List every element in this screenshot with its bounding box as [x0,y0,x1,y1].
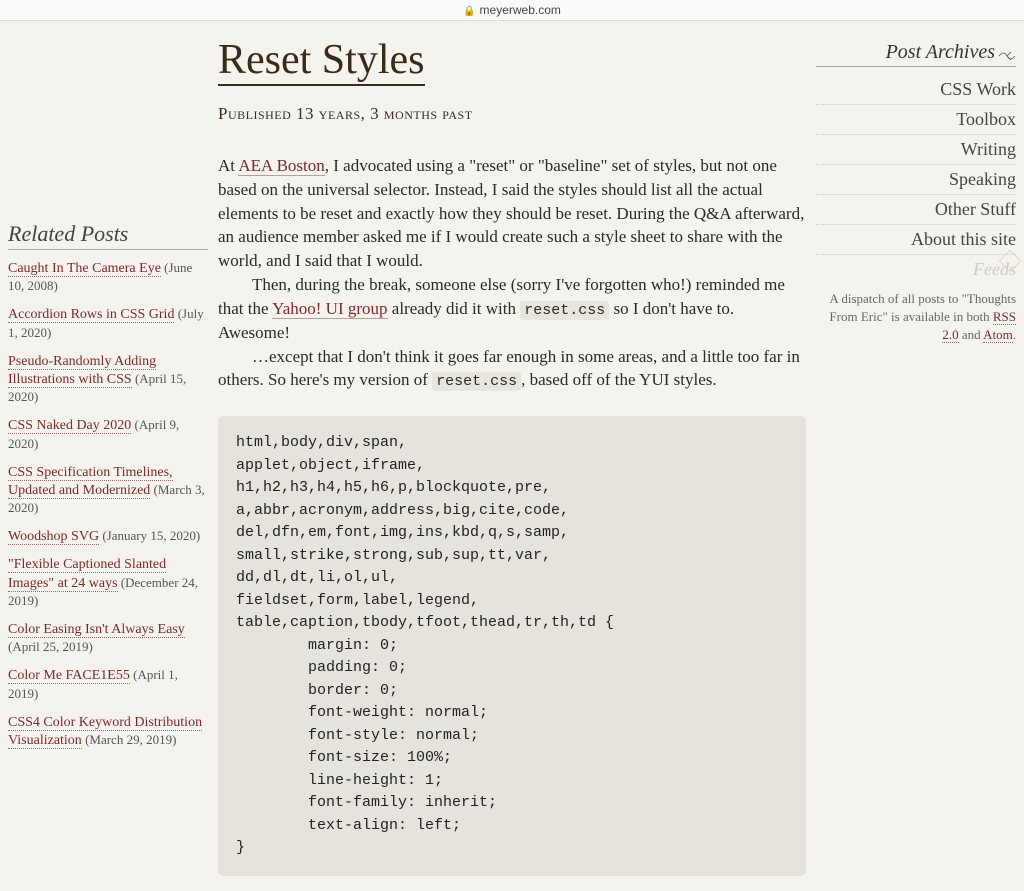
paragraph-1: At AEA Boston, I advocated using a "rese… [218,154,806,273]
related-posts-heading: Related Posts [8,221,208,250]
nav-link[interactable]: Toolbox [816,105,1016,135]
related-post-date: (January 15, 2020) [99,528,200,543]
related-post-item: Color Me FACE1E55 (April 1, 2019) [8,667,208,703]
related-post-link[interactable]: Accordion Rows in CSS Grid [8,307,174,323]
related-post-link[interactable]: Woodshop SVG [8,529,99,545]
related-post-item: "Flexible Captioned Slanted Images" at 2… [8,556,208,611]
feeds-dispatch: A dispatch of all posts to "Thoughts Fro… [816,290,1016,345]
related-post-date: (April 25, 2019) [8,639,93,654]
page-title: Reset Styles [218,36,425,86]
nav-link[interactable]: About this site [816,225,1016,255]
related-post-link[interactable]: Color Easing Isn't Always Easy [8,622,185,638]
url-host: meyerweb.com [480,3,561,17]
related-post-date: (March 29, 2019) [82,732,177,747]
nav-link[interactable]: Speaking [816,165,1016,195]
code-block: html,body,div,span, applet,object,iframe… [218,416,806,876]
browser-url-bar: 🔒 meyerweb.com [0,0,1024,21]
related-posts-sidebar: Related Posts Caught In The Camera Eye (… [8,31,208,881]
nav-list: CSS WorkToolboxWritingSpeakingOther Stuf… [816,75,1016,255]
related-post-item: Color Easing Isn't Always Easy (April 25… [8,621,208,657]
feeds-heading: Feeds [816,259,1016,280]
inline-code: reset.css [520,301,609,320]
lock-icon: 🔒 [463,6,475,17]
related-post-link[interactable]: CSS Specification Timelines, Updated and… [8,465,173,499]
related-post-item: CSS Specification Timelines, Updated and… [8,464,208,519]
nav-link[interactable]: Other Stuff [816,195,1016,225]
related-post-item: Pseudo-Randomly Adding Illustrations wit… [8,353,208,408]
right-sidebar: Post Archives CSS WorkToolboxWritingSpea… [816,31,1016,881]
paragraph-3: …except that I don't think it goes far e… [218,345,806,393]
publish-date: Published 13 years, 3 months past [218,104,806,124]
post-archives-heading: Post Archives [816,41,1016,67]
related-post-link[interactable]: Caught In The Camera Eye [8,261,161,277]
related-post-item: Accordion Rows in CSS Grid (July 1, 2020… [8,306,208,342]
inline-code: reset.css [432,372,521,391]
related-post-link[interactable]: Color Me FACE1E55 [8,668,130,684]
paragraph-2: Then, during the break, someone else (so… [218,273,806,345]
related-post-item: Woodshop SVG (January 15, 2020) [8,528,208,546]
yahoo-ui-link[interactable]: Yahoo! UI group [272,299,387,319]
related-post-item: CSS4 Color Keyword Distribution Visualiz… [8,714,208,750]
atom-link[interactable]: Atom [983,327,1013,343]
article-content: Reset Styles Published 13 years, 3 month… [218,31,806,881]
related-post-item: CSS Naked Day 2020 (April 9, 2020) [8,417,208,453]
flourish-icon [998,46,1016,60]
aea-boston-link[interactable]: AEA Boston [238,156,324,176]
nav-link[interactable]: Writing [816,135,1016,165]
related-post-item: Caught In The Camera Eye (June 10, 2008) [8,260,208,296]
related-post-link[interactable]: CSS Naked Day 2020 [8,418,131,434]
nav-link[interactable]: CSS Work [816,75,1016,105]
